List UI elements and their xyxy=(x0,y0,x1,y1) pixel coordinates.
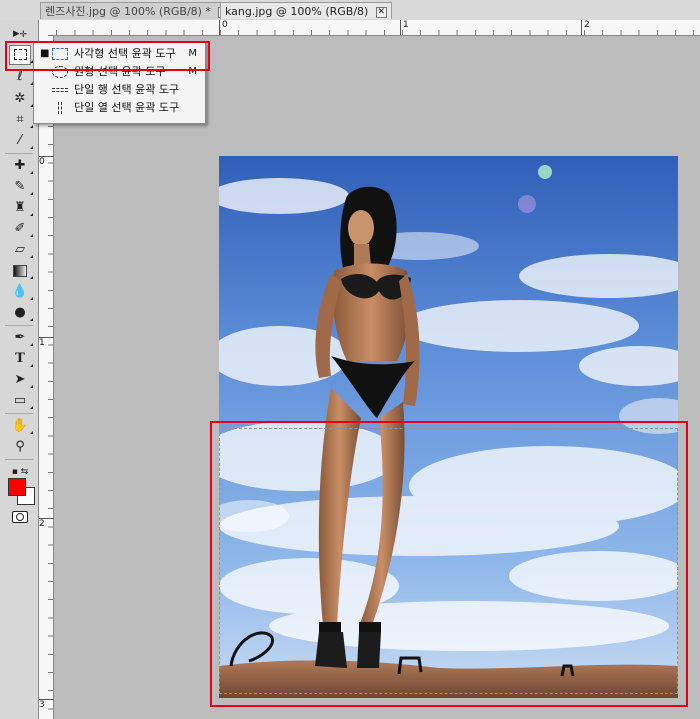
flyout-item-label: 단일 열 선택 윤곽 도구 xyxy=(74,101,180,114)
ruler-mark: 1 xyxy=(38,337,54,348)
shortcut-key: M xyxy=(188,66,197,77)
gradient-tool-icon[interactable] xyxy=(9,262,33,280)
pen-tool-icon[interactable]: ✒ xyxy=(9,329,33,347)
tab-label: kang.jpg @ 100% (RGB/8) xyxy=(225,5,369,18)
tab-lens-photo[interactable]: 렌즈사진.jpg @ 100% (RGB/8) * ✕ xyxy=(40,2,235,19)
vertical-ruler[interactable]: 0 1 2 3 xyxy=(38,35,54,719)
toolbox-divider xyxy=(5,325,33,326)
history-brush-icon[interactable]: ✐ xyxy=(9,220,33,238)
ruler-mark: 2 xyxy=(581,20,590,35)
flyout-item-elliptical-marquee[interactable]: 원형 선택 윤곽 도구 M xyxy=(34,63,203,81)
flyout-item-label: 사각형 선택 윤곽 도구 xyxy=(74,47,176,60)
toolbox: ▸✛ ℓ ✲ ⌗ ⁄ ✚ ✎ ♜ ✐ ▱ 💧 ● ✒ T ➤ ▭ ✋ ⚲ ▪ ⇆ xyxy=(0,20,39,719)
dodge-tool-icon[interactable]: ● xyxy=(9,304,33,322)
ruler-mark: 2 xyxy=(38,518,54,529)
ruler-mark: 3 xyxy=(38,699,54,710)
quick-mask-icon[interactable] xyxy=(9,508,31,526)
zoom-tool-icon[interactable]: ⚲ xyxy=(9,438,31,456)
single-column-marquee-icon xyxy=(58,102,62,114)
toolbox-divider xyxy=(5,153,33,154)
type-tool-icon[interactable]: T xyxy=(9,350,33,368)
eyedropper-icon[interactable]: ⁄ xyxy=(9,132,33,150)
marquee-tool-icon[interactable] xyxy=(9,46,33,64)
document-tab-bar: 렌즈사진.jpg @ 100% (RGB/8) * ✕ kang.jpg @ 1… xyxy=(0,0,700,21)
lasso-tool-icon[interactable]: ℓ xyxy=(9,68,33,86)
magic-wand-icon[interactable]: ✲ xyxy=(9,90,33,108)
eraser-icon[interactable]: ▱ xyxy=(9,241,33,259)
canvas-image[interactable] xyxy=(219,156,678,698)
active-bullet: ■ xyxy=(40,48,50,59)
close-icon[interactable]: ✕ xyxy=(375,6,387,18)
clone-stamp-icon[interactable]: ♜ xyxy=(9,199,33,217)
elliptical-marquee-icon xyxy=(52,66,68,78)
flyout-item-single-row-marquee[interactable]: 단일 행 선택 윤곽 도구 xyxy=(34,81,203,99)
rectangle-tool-icon[interactable]: ▭ xyxy=(9,392,33,410)
blur-tool-icon[interactable]: 💧 xyxy=(9,283,33,301)
ruler-mark: 0 xyxy=(38,156,54,167)
ruler-mark: 1 xyxy=(400,20,409,35)
toolbox-divider xyxy=(5,459,33,460)
flyout-item-label: 단일 행 선택 윤곽 도구 xyxy=(74,83,180,96)
rectangular-marquee-icon xyxy=(52,48,68,60)
marquee-tools-flyout: ■ 사각형 선택 윤곽 도구 M 원형 선택 윤곽 도구 M 단일 행 선택 윤… xyxy=(33,42,206,124)
brush-tool-icon[interactable]: ✎ xyxy=(9,178,33,196)
single-row-marquee-icon xyxy=(52,88,68,92)
flyout-item-single-column-marquee[interactable]: 단일 열 선택 윤곽 도구 xyxy=(34,99,203,117)
tab-label: 렌즈사진.jpg @ 100% (RGB/8) * xyxy=(45,5,211,18)
move-tool-icon[interactable]: ▸✛ xyxy=(9,25,31,43)
path-selection-icon[interactable]: ➤ xyxy=(9,371,33,389)
hand-tool-icon[interactable]: ✋ xyxy=(9,417,33,435)
shortcut-key: M xyxy=(188,48,197,59)
crop-tool-icon[interactable]: ⌗ xyxy=(9,111,33,129)
tab-kang[interactable]: kang.jpg @ 100% (RGB/8) ✕ xyxy=(220,2,392,19)
horizontal-ruler[interactable]: 0 1 2 xyxy=(38,20,700,36)
toolbox-divider xyxy=(5,413,33,414)
foreground-color-swatch[interactable] xyxy=(8,478,26,496)
flyout-item-rectangular-marquee[interactable]: ■ 사각형 선택 윤곽 도구 M xyxy=(34,45,203,63)
ruler-mark: 0 xyxy=(219,20,228,35)
healing-brush-icon[interactable]: ✚ xyxy=(9,157,33,175)
flyout-item-label: 원형 선택 윤곽 도구 xyxy=(74,65,166,78)
